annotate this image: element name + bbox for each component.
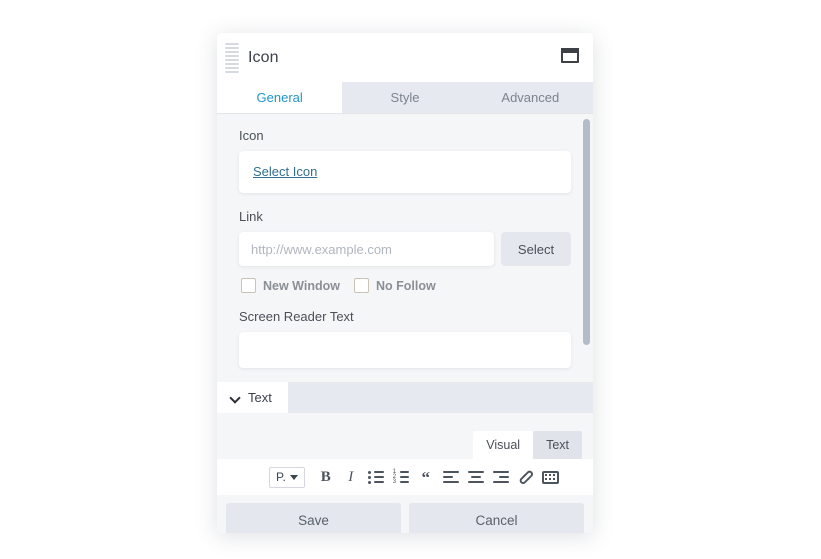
align-right-icon [492, 471, 509, 483]
window-icon-titlebar [561, 48, 579, 53]
link-input-row: Select [239, 232, 571, 266]
window-icon[interactable] [561, 48, 579, 63]
screen: Icon General Style Advanced Icon Select … [0, 0, 821, 559]
tab-style[interactable]: Style [342, 82, 468, 113]
new-window-checkbox[interactable]: New Window [241, 278, 340, 293]
checkbox-box-icon [353, 278, 369, 293]
align-left-icon [442, 471, 459, 483]
align-right-button[interactable] [489, 465, 513, 489]
numbered-list-button[interactable]: 1 2 3 [389, 465, 413, 489]
text-section-header: Text [217, 382, 593, 413]
text-section-toggle[interactable]: Text [217, 382, 288, 413]
save-button[interactable]: Save [226, 503, 401, 533]
checkbox-box-icon [241, 278, 256, 293]
italic-icon: I [348, 468, 354, 485]
no-follow-checkbox[interactable]: No Follow [353, 278, 436, 293]
blockquote-button[interactable]: “ [414, 465, 438, 489]
no-follow-label: No Follow [375, 278, 436, 293]
align-center-button[interactable] [464, 465, 488, 489]
general-tab-content: Icon Select Icon Link Select New Wind [217, 114, 593, 382]
panel-header: Icon [217, 33, 593, 82]
panel-scrollbar-thumb[interactable] [583, 119, 590, 345]
insert-link-icon [515, 466, 536, 487]
bold-icon: B [320, 468, 331, 485]
general-fields: Icon Select Icon Link Select New Wind [217, 114, 593, 368]
numbered-list-icon: 1 2 3 [393, 469, 409, 485]
chevron-down-icon [289, 474, 298, 480]
new-window-label: New Window [263, 278, 340, 293]
screen-reader-field-group: Screen Reader Text [239, 309, 571, 368]
panel-tabs: General Style Advanced [217, 82, 593, 114]
icon-picker-box[interactable]: Select Icon [239, 151, 571, 193]
italic-button[interactable]: I [339, 465, 363, 489]
screen-reader-input[interactable] [239, 332, 571, 368]
panel-footer: Save Cancel [217, 495, 593, 533]
paragraph-format-select[interactable]: P. [269, 466, 305, 488]
icon-field-label: Icon [239, 128, 264, 143]
toolbar-toggle-icon [542, 470, 560, 484]
editor-tab-text[interactable]: Text [533, 431, 582, 459]
drag-handle-icon[interactable] [225, 42, 239, 73]
tab-advanced[interactable]: Advanced [467, 82, 593, 113]
blockquote-icon: “ [421, 467, 431, 487]
chevron-down-icon [231, 393, 240, 402]
align-center-icon [467, 471, 484, 483]
align-left-button[interactable] [439, 465, 463, 489]
paragraph-format-value: P. [276, 470, 286, 484]
editor-tab-visual[interactable]: Visual [473, 431, 534, 459]
icon-settings-panel: Icon General Style Advanced Icon Select … [217, 33, 593, 533]
icon-field-group: Icon Select Icon [239, 128, 571, 193]
panel-scrollbar-track[interactable] [583, 114, 590, 382]
select-icon-link[interactable]: Select Icon [253, 164, 317, 179]
editor-toolbar: P. B I 1 2 3 “ [217, 459, 593, 495]
insert-link-button[interactable] [514, 465, 538, 489]
link-url-input[interactable] [239, 232, 494, 266]
tab-general[interactable]: General [217, 82, 343, 113]
cancel-button[interactable]: Cancel [409, 503, 584, 533]
text-editor: Visual Text P. B I 1 2 3 “ [217, 413, 593, 495]
editor-mode-tabs: Visual Text [217, 413, 593, 459]
panel-title: Icon [248, 48, 279, 66]
toolbar-toggle-button[interactable] [539, 465, 563, 489]
link-options-row: New Window No Follow [241, 278, 571, 293]
bold-button[interactable]: B [314, 465, 338, 489]
text-section-label: Text [248, 390, 272, 405]
link-select-button[interactable]: Select [501, 232, 571, 266]
bulleted-list-button[interactable] [364, 465, 388, 489]
screen-reader-label: Screen Reader Text [239, 309, 354, 324]
link-field-group: Link Select New Window No Follow [239, 209, 571, 293]
bulleted-list-icon [367, 470, 384, 484]
link-field-label: Link [239, 209, 263, 224]
